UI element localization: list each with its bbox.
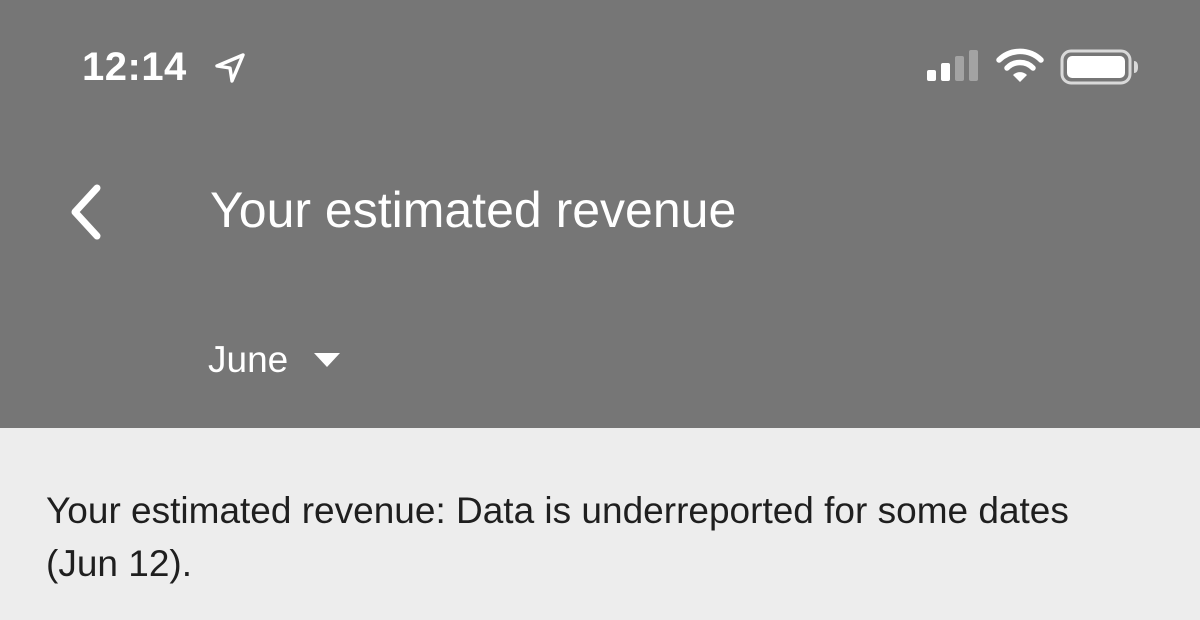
month-dropdown-label: June	[208, 339, 289, 380]
location-arrow-icon	[215, 53, 245, 83]
caret-down-icon	[314, 353, 341, 367]
battery-icon	[1060, 49, 1138, 85]
status-bar: 12:14	[0, 0, 1200, 130]
app-header: Your estimated revenue	[0, 150, 1200, 270]
app-screen: 12:14 Your estimated revenue June Your e…	[0, 0, 1200, 620]
cellular-signal-icon	[927, 50, 978, 81]
page-title: Your estimated revenue	[210, 182, 737, 238]
month-dropdown[interactable]: June	[208, 332, 342, 388]
back-button[interactable]	[50, 174, 120, 250]
wifi-icon	[996, 48, 1044, 82]
top-app-bar: 12:14 Your estimated revenue June	[0, 0, 1200, 428]
content-area: Your estimated revenue: Data is underrep…	[0, 428, 1200, 620]
status-time: 12:14	[82, 45, 187, 89]
chevron-left-icon	[71, 184, 101, 240]
underreported-notice: Your estimated revenue: Data is underrep…	[46, 490, 1069, 584]
